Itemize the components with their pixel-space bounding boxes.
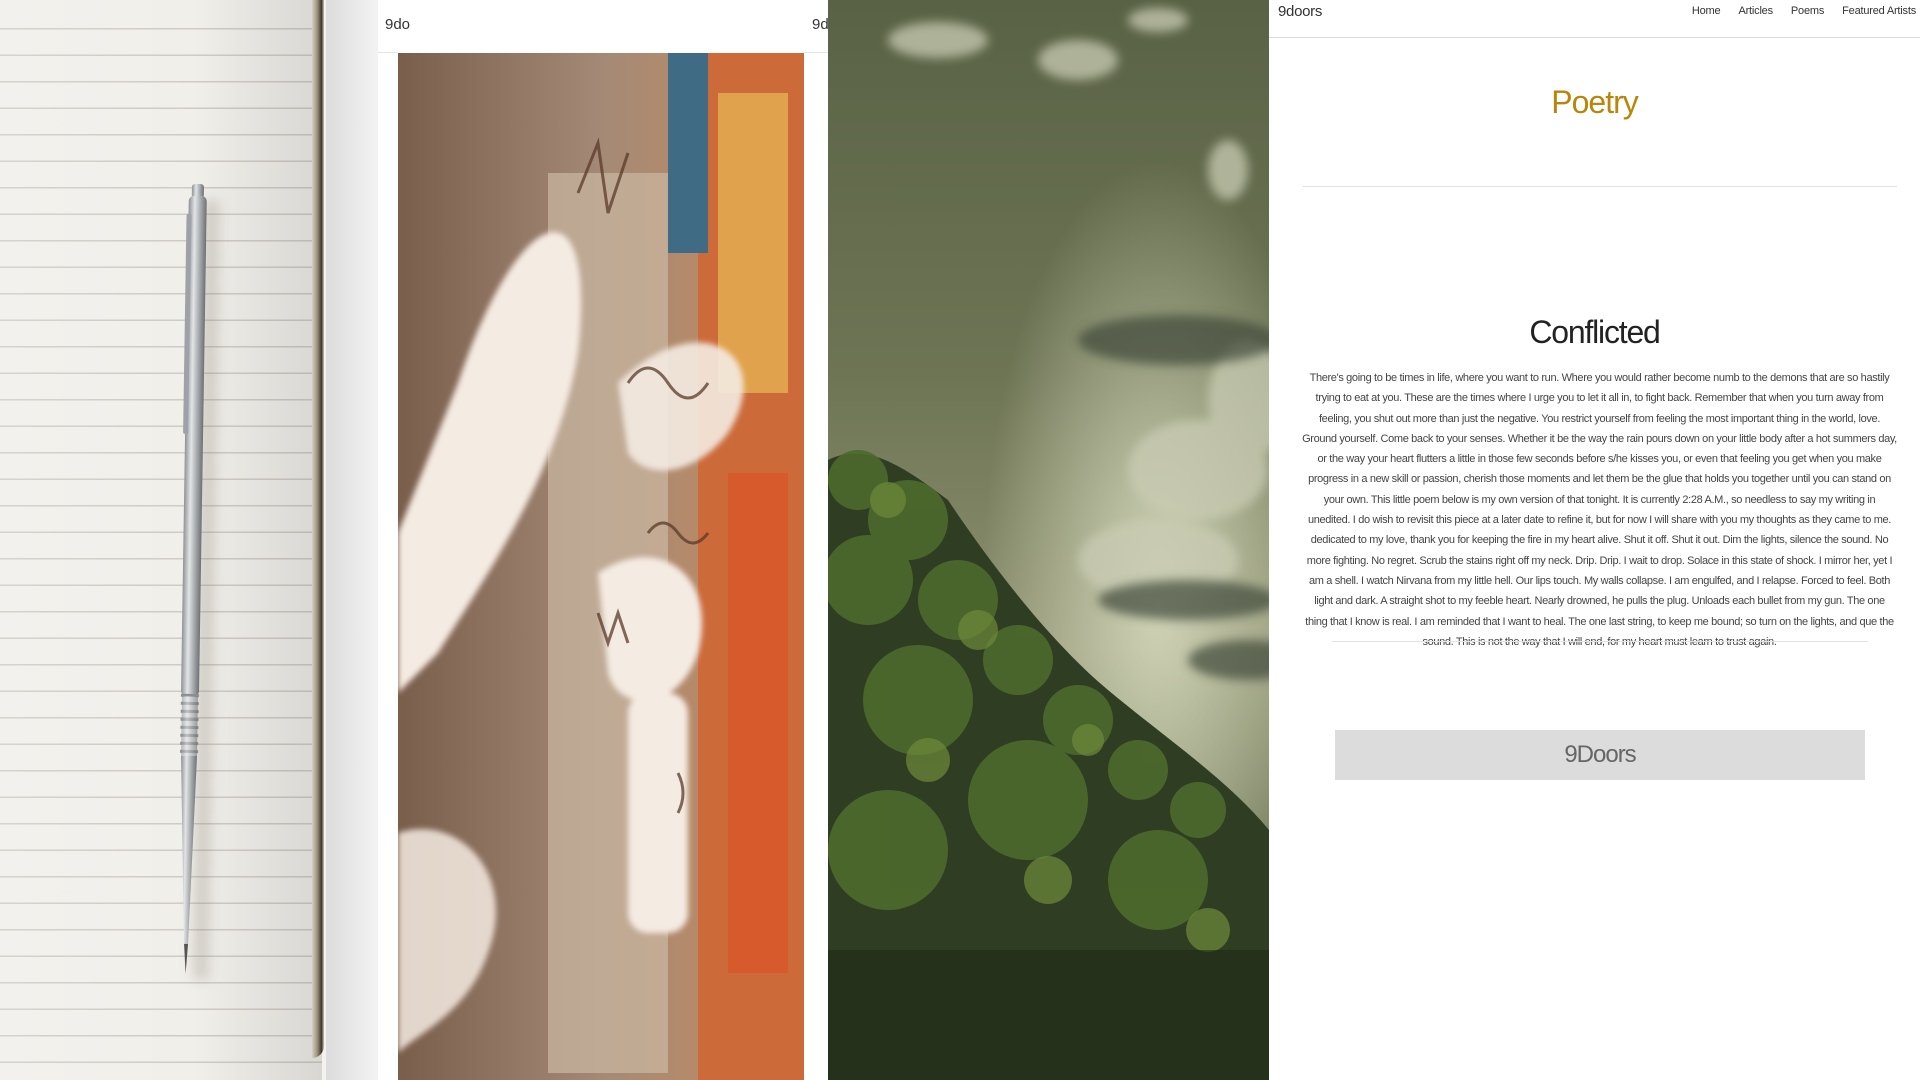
poetry-page: 9doors Home Articles Poems Featured Arti…: [1269, 0, 1920, 1080]
notebook-pen-image: [0, 0, 378, 1080]
notebook-edge: [312, 0, 324, 1058]
nav-links: Home Articles Poems Featured Artists: [1692, 5, 1916, 17]
nav-link-featured-artists[interactable]: Featured Artists: [1842, 5, 1916, 17]
brand-logo[interactable]: 9doors: [1278, 3, 1322, 20]
page-heading: Poetry: [1551, 84, 1638, 120]
nav-link-home[interactable]: Home: [1692, 5, 1721, 17]
nav-link-poems[interactable]: Poems: [1791, 5, 1824, 17]
footer-brand-box: 9Doors: [1335, 730, 1865, 780]
graffiti-wall-image: [398, 53, 804, 1080]
navbar: 9doors Home Articles Poems Featured Arti…: [1269, 0, 1920, 38]
background-brand-fragment: 9do: [385, 16, 411, 33]
poem-body: There's going to be times in life, where…: [1302, 372, 1897, 648]
storm-field-image: [828, 0, 1269, 1080]
poem-title: Conflicted: [1529, 314, 1661, 350]
divider-top: [1302, 186, 1897, 187]
divider-bottom: [1332, 641, 1868, 642]
nav-link-articles[interactable]: Articles: [1738, 5, 1773, 17]
